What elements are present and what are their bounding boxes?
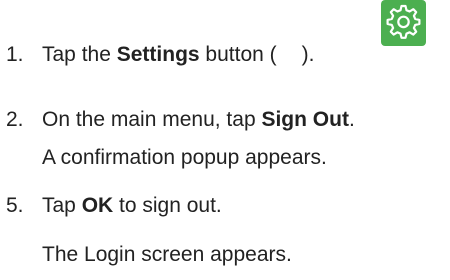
step-number: 1.	[6, 43, 24, 66]
step-number: 5.	[6, 194, 24, 217]
step-5-result: The Login screen appears.	[42, 243, 292, 266]
step-number: 2.	[6, 108, 24, 131]
step-text: Tap the Settings button ().	[42, 43, 315, 66]
step-text: Tap OK to sign out.	[42, 194, 222, 217]
step-2-result: A confirmation popup appears.	[42, 146, 327, 169]
step-text: On the main menu, tap Sign Out.	[42, 108, 355, 131]
settings-label: Settings	[116, 43, 200, 66]
settings-gear-icon	[381, 0, 426, 46]
sign-out-label: Sign Out	[261, 108, 349, 131]
ok-label: OK	[81, 194, 114, 217]
